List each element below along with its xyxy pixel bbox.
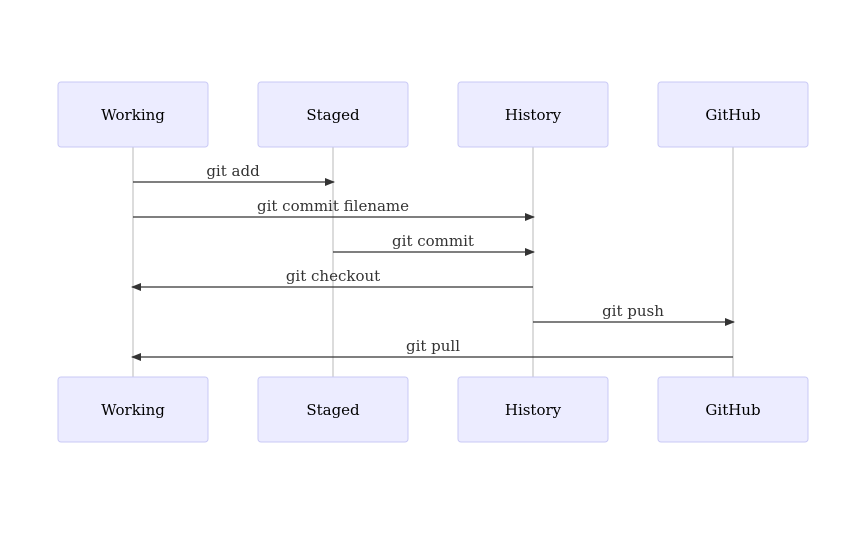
actor-label: Working bbox=[101, 106, 165, 124]
actor-label: Staged bbox=[306, 106, 360, 124]
actor-top-staged: Staged bbox=[257, 81, 409, 148]
message-label: git checkout bbox=[286, 267, 380, 285]
sequence-diagram: Working Working Staged Staged History History… bbox=[57, 81, 809, 443]
message: git checkout bbox=[131, 267, 533, 291]
actor-label: Staged bbox=[306, 401, 360, 419]
actor-top-working: Working bbox=[57, 81, 209, 148]
message-label: git commit filename bbox=[257, 197, 409, 215]
message: git pull bbox=[131, 337, 733, 361]
message: git add bbox=[133, 162, 335, 186]
actor-label: GitHub bbox=[705, 401, 760, 419]
message-label: git add bbox=[206, 162, 260, 180]
actor-label: Working bbox=[101, 401, 165, 419]
actor-bottom-staged: Staged bbox=[257, 376, 409, 443]
message-label: git push bbox=[602, 302, 664, 320]
actor-top-history: History bbox=[457, 81, 609, 148]
actor-bottom-working: Working bbox=[57, 376, 209, 443]
actor-label: GitHub bbox=[705, 106, 760, 124]
actor-bottom-github: GitHub bbox=[657, 376, 809, 443]
actor-bottom-history: History bbox=[457, 376, 609, 443]
message: git commit filename bbox=[133, 197, 535, 221]
message: git push bbox=[533, 302, 735, 326]
message: git commit bbox=[333, 232, 535, 256]
actor-label: History bbox=[505, 106, 562, 124]
message-label: git commit bbox=[392, 232, 474, 250]
actor-top-github: GitHub bbox=[657, 81, 809, 148]
message-label: git pull bbox=[406, 337, 460, 355]
actor-label: History bbox=[505, 401, 562, 419]
